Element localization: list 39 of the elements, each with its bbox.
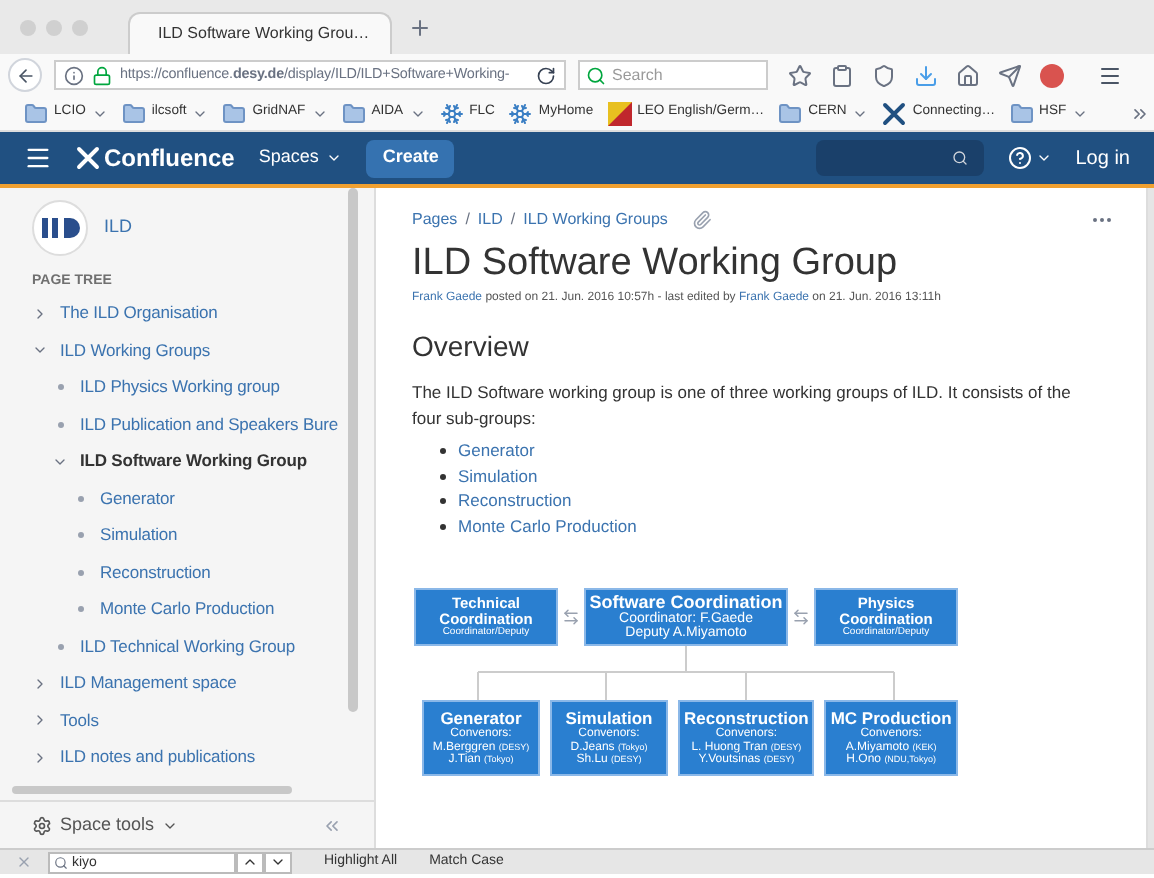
- page-link[interactable]: Generator: [458, 438, 535, 464]
- breadcrumb-link[interactable]: ILD: [477, 208, 503, 232]
- search-field[interactable]: Search: [578, 60, 768, 90]
- tab-title: ILD Software Working Grou…: [158, 22, 370, 46]
- spaces-menu[interactable]: Spaces: [258, 144, 343, 172]
- tree-item[interactable]: Reconstruction: [100, 559, 211, 586]
- tree-item[interactable]: ILD Software Working Group: [80, 448, 307, 475]
- browser-tab[interactable]: ILD Software Working Grou…: [128, 12, 392, 54]
- node-title: Generator: [440, 709, 522, 728]
- confluence-logo[interactable]: Confluence: [76, 140, 235, 176]
- tree-item[interactable]: ILD Physics Working group: [80, 374, 280, 401]
- create-button[interactable]: Create: [366, 139, 455, 177]
- tree-item[interactable]: ILD Management space: [60, 670, 237, 697]
- breadcrumb-link[interactable]: Pages: [412, 208, 458, 232]
- tree-item[interactable]: ILD Publication and Speakers Bure: [80, 411, 339, 438]
- node-title: Simulation: [565, 709, 653, 728]
- login-link[interactable]: Log in: [1075, 143, 1130, 173]
- tree-item[interactable]: Tools: [60, 707, 99, 734]
- paragraph: The ILD Software working group is one of three working groups of ILD. It consists of the four sub-groups:: [412, 379, 1072, 431]
- breadcrumb-separator: /: [510, 208, 516, 232]
- space-tools-menu[interactable]: Space tools: [32, 811, 179, 839]
- node-title: Software Coordination: [589, 593, 783, 612]
- node-title: Reconstruction: [684, 709, 809, 728]
- breadcrumb-link[interactable]: ILD Working Groups: [523, 208, 668, 232]
- tree-item[interactable]: ILD Working Groups: [60, 337, 211, 364]
- node-title: MC Production: [830, 709, 952, 728]
- page-link[interactable]: Monte Carlo Production: [458, 513, 637, 539]
- page-title: ILD Software Working Group: [412, 240, 898, 288]
- tree-item[interactable]: Simulation: [100, 522, 178, 549]
- tree-item[interactable]: The ILD Organisation: [60, 300, 218, 327]
- section-heading: Overview: [412, 327, 529, 366]
- tree-item[interactable]: Generator: [100, 485, 175, 512]
- breadcrumb-separator: /: [465, 208, 470, 232]
- tree-item[interactable]: ILD notes and publications: [60, 744, 256, 771]
- tree-item[interactable]: Monte Carlo Production: [100, 596, 275, 623]
- space-name[interactable]: ILD: [104, 214, 133, 242]
- page-link[interactable]: Simulation: [458, 463, 538, 489]
- tree-item[interactable]: ILD Technical Working Group: [80, 633, 296, 660]
- page-link[interactable]: Reconstruction: [458, 488, 572, 514]
